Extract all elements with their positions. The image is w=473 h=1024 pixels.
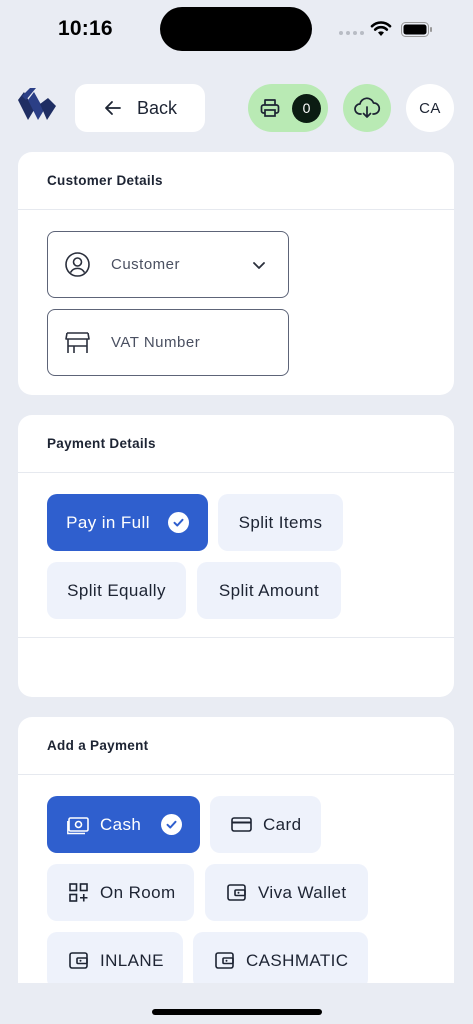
- vat-number-field[interactable]: VAT Number: [47, 309, 289, 376]
- customer-details-title: Customer Details: [18, 152, 454, 210]
- brand-logo: [18, 88, 56, 120]
- card-method[interactable]: Card: [210, 796, 321, 853]
- payment-details-card: Payment Details Pay in Full Split Items …: [18, 415, 454, 697]
- customer-select[interactable]: Customer: [47, 231, 289, 298]
- viva-wallet-method[interactable]: Viva Wallet: [205, 864, 368, 921]
- print-count-badge: 0: [292, 93, 321, 123]
- pay-in-full-option[interactable]: Pay in Full: [47, 494, 208, 551]
- arrow-left-icon: [105, 101, 121, 115]
- add-payment-card: Add a Payment Cash Card On Room Viva Wal…: [18, 717, 454, 1007]
- customer-placeholder: Customer: [111, 256, 181, 273]
- on-room-method[interactable]: On Room: [47, 864, 194, 921]
- wallet-icon: [215, 952, 234, 969]
- cashmatic-method[interactable]: CASHMATIC: [193, 932, 368, 989]
- card-icon: [231, 817, 252, 832]
- payment-details-title: Payment Details: [18, 415, 454, 473]
- viva-wallet-label: Viva Wallet: [258, 882, 347, 902]
- top-bar: Back 0 CA: [0, 84, 473, 134]
- cash-icon: [67, 817, 89, 835]
- customer-details-card: Customer Details Customer VAT Number: [18, 152, 454, 395]
- cloud-download-icon: [354, 97, 381, 118]
- back-label: Back: [136, 97, 178, 118]
- split-amount-option[interactable]: Split Amount: [197, 562, 341, 619]
- split-equally-label: Split Equally: [67, 580, 166, 600]
- card-label: Card: [263, 814, 302, 834]
- status-time: 10:16: [58, 17, 113, 40]
- split-equally-option[interactable]: Split Equally: [47, 562, 186, 619]
- back-button[interactable]: Back: [75, 84, 205, 132]
- add-payment-title: Add a Payment: [18, 717, 454, 775]
- printer-icon: [260, 99, 280, 117]
- split-items-option[interactable]: Split Items: [218, 494, 343, 551]
- split-amount-label: Split Amount: [218, 580, 320, 600]
- qr-add-icon: [69, 883, 88, 902]
- check-icon: [167, 512, 189, 533]
- cloud-sync-button[interactable]: [343, 84, 391, 132]
- cellular-signal-icon: [339, 31, 364, 35]
- split-items-label: Split Items: [238, 512, 323, 532]
- wallet-icon: [69, 952, 88, 969]
- status-bar: 10:16: [0, 0, 473, 60]
- inlane-method[interactable]: INLANE: [47, 932, 183, 989]
- vat-placeholder: VAT Number: [111, 334, 201, 351]
- divider: [18, 637, 454, 638]
- wallet-icon: [227, 884, 246, 901]
- wifi-icon: [370, 21, 392, 36]
- cash-method[interactable]: Cash: [47, 796, 200, 853]
- print-queue-button[interactable]: 0: [248, 84, 328, 132]
- pay-in-full-label: Pay in Full: [66, 512, 150, 532]
- cash-label: Cash: [100, 814, 142, 834]
- check-icon: [161, 814, 183, 835]
- home-indicator[interactable]: [152, 1009, 322, 1015]
- cashmatic-label: CASHMATIC: [246, 950, 349, 970]
- user-circle-icon: [65, 252, 90, 277]
- battery-icon: [401, 22, 432, 37]
- chevron-down-icon: [253, 262, 265, 269]
- dynamic-island: [160, 7, 312, 51]
- inlane-label: INLANE: [100, 950, 164, 970]
- on-room-label: On Room: [100, 882, 176, 902]
- bottom-safe-area: [0, 983, 473, 1024]
- store-icon: [65, 332, 90, 353]
- user-avatar[interactable]: CA: [406, 84, 454, 132]
